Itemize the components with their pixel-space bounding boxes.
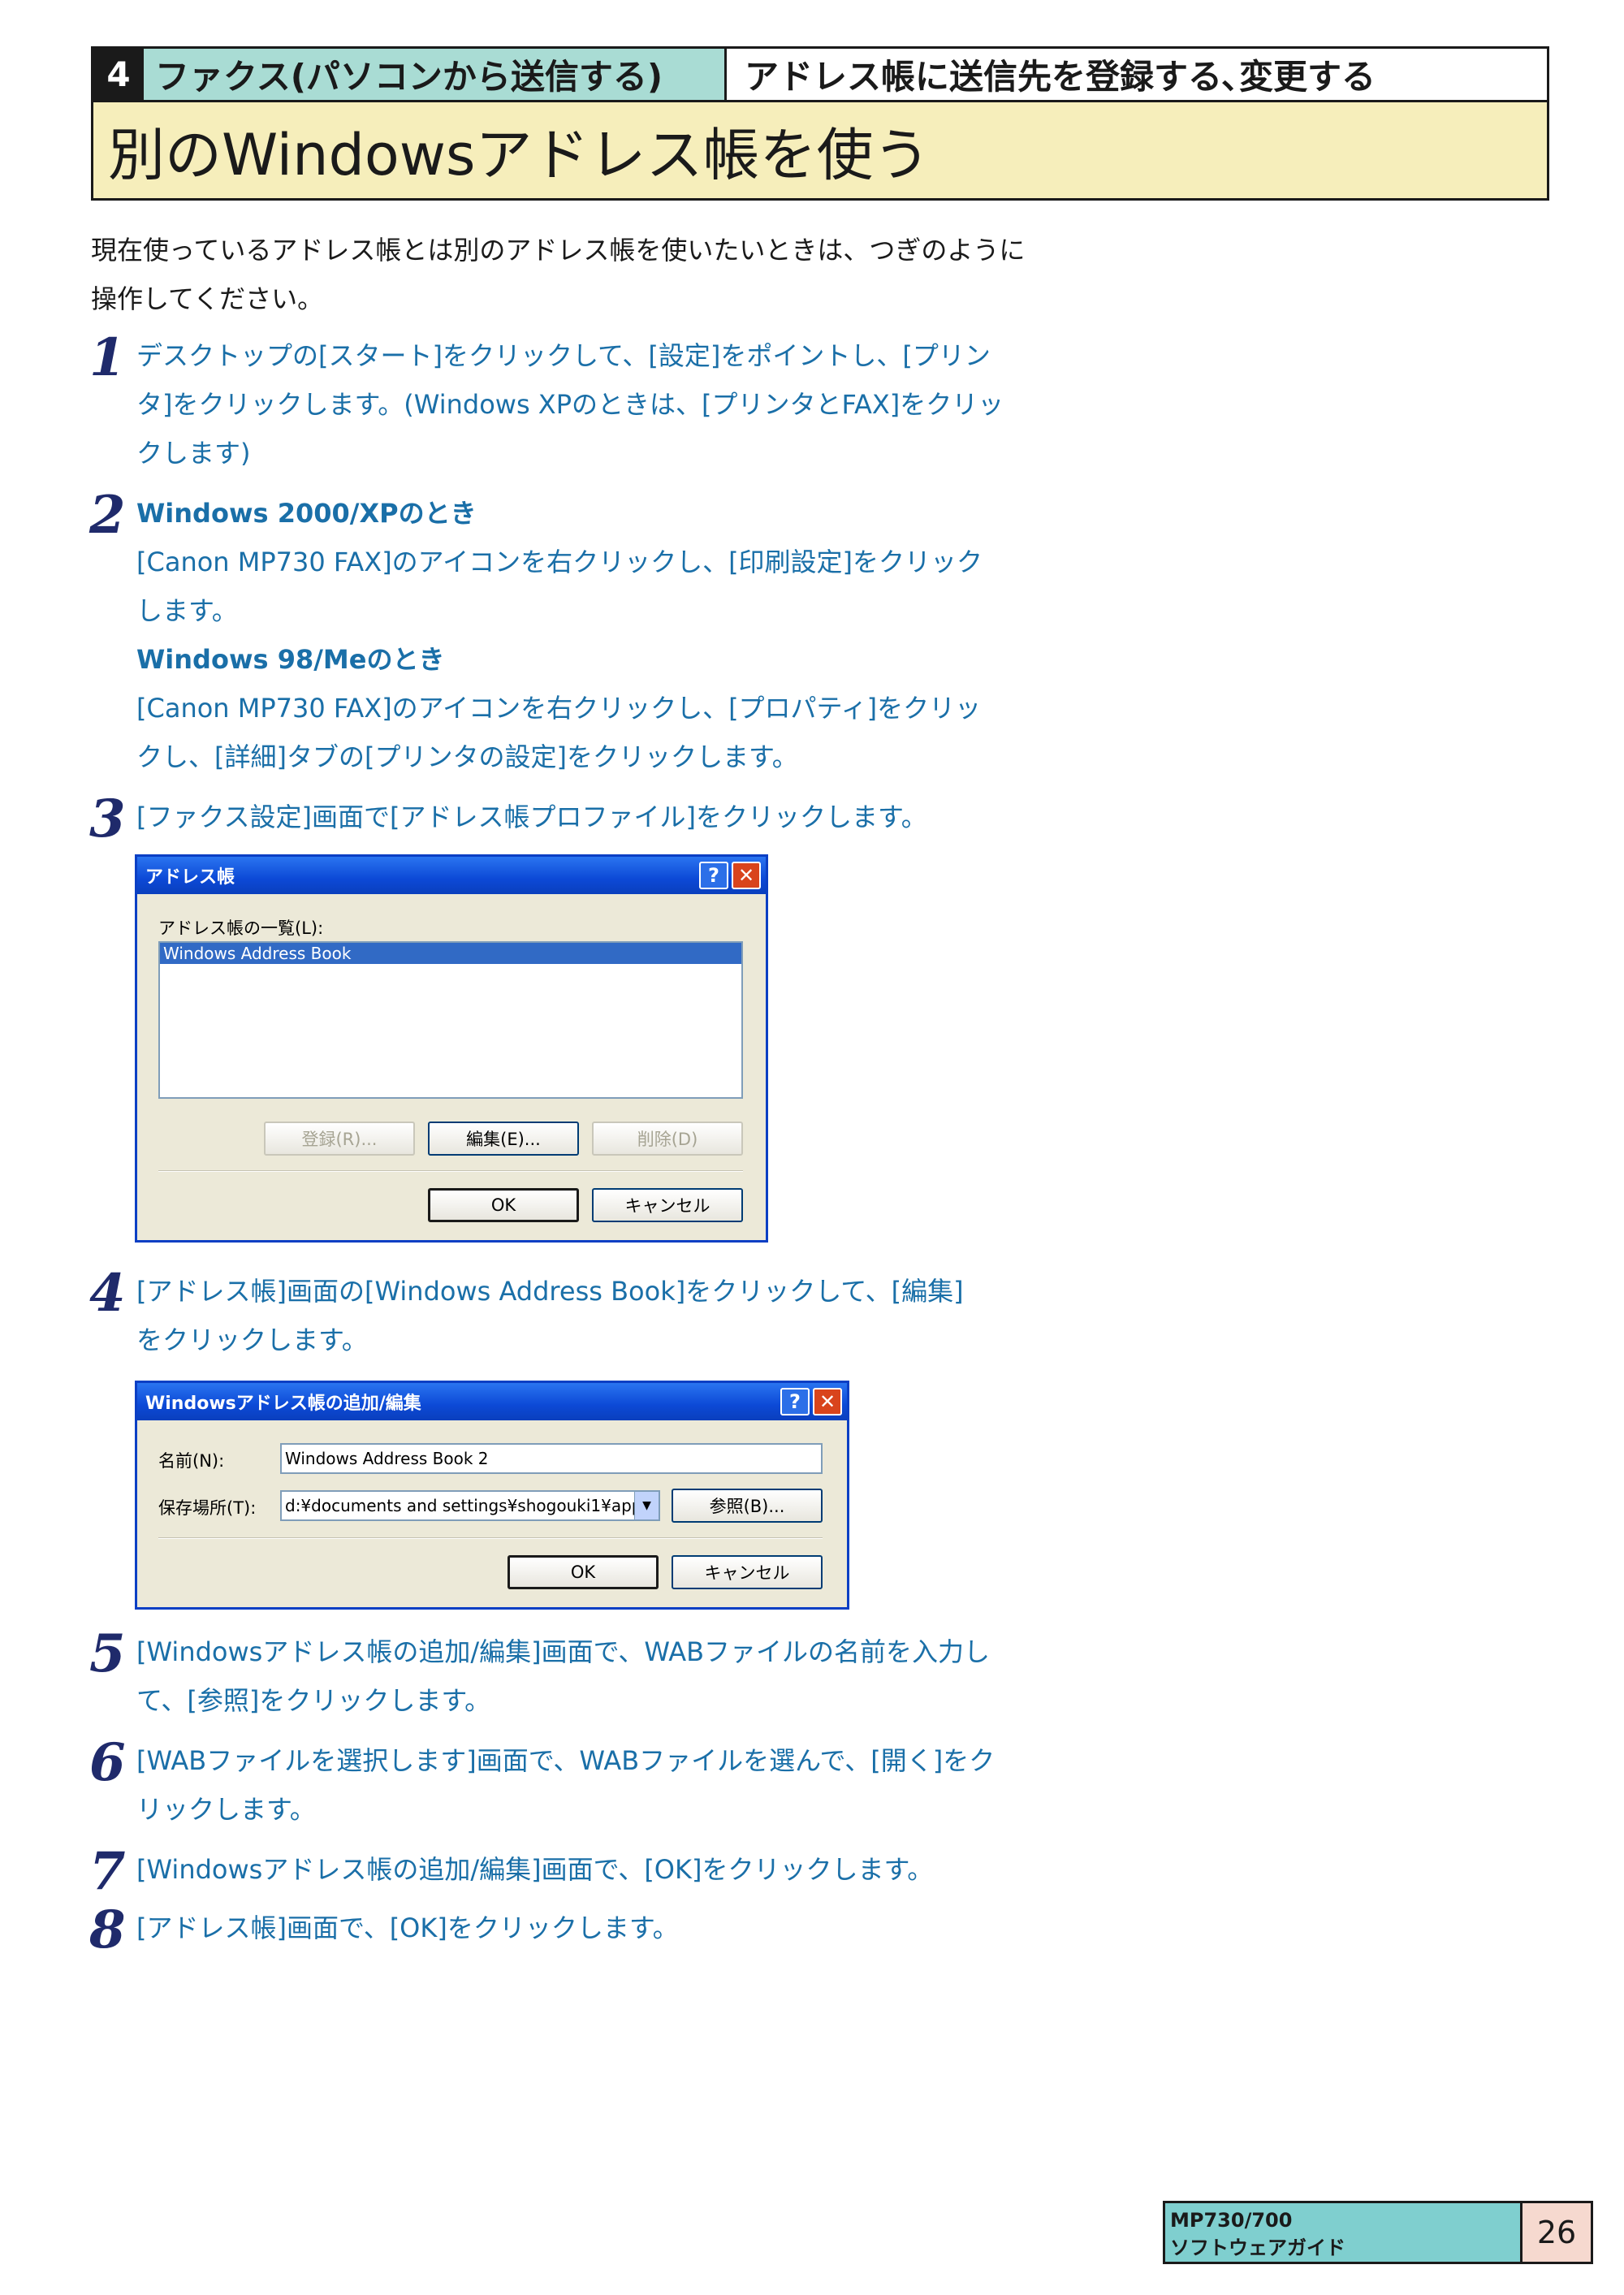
footer-model: MP730/700 [1170, 2209, 1293, 2232]
intro-line: 現在使っているアドレス帳とは別のアドレス帳を使いたいときは、つぎのように [91, 235, 1026, 266]
footer-product: MP730/700 ソフトウェアガイド [1165, 2203, 1522, 2262]
step-text: デスクトップの[スタート]をクリックして、[設定]をポイントし、[プリン タ]を… [136, 331, 1192, 478]
step-line: [Windowsアドレス帳の追加/編集]画面で、WABファイルの名前を入力し [136, 1636, 991, 1667]
close-button[interactable]: ✕ [813, 1388, 842, 1415]
step-text: [Windowsアドレス帳の追加/編集]画面で、[OK]をクリックします。 [136, 1845, 1192, 1894]
dialog-titlebar[interactable]: Windowsアドレス帳の追加/編集 [137, 1383, 847, 1420]
dropdown-arrow-icon[interactable]: ▼ [634, 1492, 659, 1519]
step-text: [アドレス帳]画面で、[OK]をクリックします。 [136, 1904, 1192, 1952]
step-line: リックします。 [136, 1794, 316, 1825]
step-number: 2 [89, 485, 126, 546]
address-book-dialog: アドレス帳 ? ✕ アドレス帳の一覧(L): Windows Address B… [135, 854, 768, 1243]
step-number: 6 [89, 1732, 126, 1793]
step-line: します。 [136, 595, 238, 626]
titlebar-buttons: ? ✕ [780, 1388, 842, 1415]
step-number: 3 [89, 789, 126, 849]
step-line: [ファクス設定]画面で[アドレス帳プロファイル]をクリックします。 [136, 802, 927, 832]
step-text: [Windowsアドレス帳の追加/編集]画面で、WABファイルの名前を入力し て… [136, 1627, 1192, 1725]
address-book-list[interactable]: Windows Address Book [158, 941, 743, 1099]
location-label: 保存場所(T): [158, 1498, 257, 1518]
step-line: デスクトップの[スタート]をクリックして、[設定]をポイントし、[プリン [136, 340, 991, 371]
name-input[interactable]: Windows Address Book 2 [280, 1443, 823, 1474]
wab-add-edit-dialog: Windowsアドレス帳の追加/編集 ? ✕ 名前(N): Windows Ad… [135, 1381, 849, 1610]
dialog-title: Windowsアドレス帳の追加/編集 [145, 1394, 421, 1414]
browse-button[interactable]: 参照(B)... [672, 1489, 823, 1523]
step-number: 8 [89, 1900, 126, 1960]
dialog-titlebar[interactable]: アドレス帳 [137, 857, 766, 894]
edit-button[interactable]: 編集(E)... [428, 1122, 579, 1156]
step-text: [ファクス設定]画面で[アドレス帳プロファイル]をクリックします。 [136, 793, 1192, 841]
step-text: [アドレス帳]画面の[Windows Address Book]をクリックして、… [136, 1267, 1192, 1364]
step-line: をクリックします。 [136, 1325, 368, 1355]
step-number: 5 [89, 1623, 126, 1684]
step-text: Windows 2000/XPのとき [Canon MP730 FAX]のアイコ… [136, 489, 1192, 781]
header-bar: 4 ファクス(パソコンから送信する) アドレス帳に送信先を登録する､変更する [93, 49, 1547, 102]
cancel-button[interactable]: キャンセル [672, 1555, 823, 1589]
page-title: 別のWindowsアドレス帳を使う [93, 102, 1547, 198]
chapter-title: ファクス(パソコンから送信する) [144, 49, 727, 100]
location-combobox[interactable]: d:¥documents and settings¥shogouki1¥appl [280, 1490, 660, 1521]
step-text: [WABファイルを選択します]画面で、WABファイルを選んで、[開く]をク リッ… [136, 1736, 1192, 1834]
ok-button[interactable]: OK [428, 1188, 579, 1222]
help-button[interactable]: ? [780, 1388, 810, 1415]
step-line: [WABファイルを選択します]画面で、WABファイルを選んで、[開く]をク [136, 1745, 996, 1776]
ok-button[interactable]: OK [508, 1555, 659, 1589]
step-line: クします) [136, 438, 251, 469]
step-line: て、[参照]をクリックします。 [136, 1685, 491, 1716]
page-header: 4 ファクス(パソコンから送信する) アドレス帳に送信先を登録する､変更する 別… [91, 46, 1549, 201]
chapter-number: 4 [93, 49, 144, 100]
step-line: [Canon MP730 FAX]のアイコンを右クリックし、[プロパティ]をクリ… [136, 693, 982, 724]
intro-line: 操作してください。 [91, 283, 324, 314]
footer-guide: ソフトウェアガイド [1170, 2237, 1345, 2259]
step-line: [Windowsアドレス帳の追加/編集]画面で、[OK]をクリックします。 [136, 1854, 934, 1885]
intro-text: 現在使っているアドレス帳とは別のアドレス帳を使いたいときは、つぎのように 操作し… [91, 226, 1114, 323]
step-number: 4 [89, 1263, 126, 1324]
step-subheading: Windows 98/Meのとき [136, 644, 445, 675]
dialog-title: アドレス帳 [145, 867, 235, 888]
step-number: 7 [89, 1841, 126, 1902]
cancel-button[interactable]: キャンセル [592, 1188, 743, 1222]
list-item-selected[interactable]: Windows Address Book [160, 943, 741, 964]
register-button[interactable]: 登録(R)... [264, 1122, 415, 1156]
address-book-list-label: アドレス帳の一覧(L): [158, 918, 324, 938]
step-number: 1 [89, 327, 126, 388]
separator [158, 1537, 823, 1539]
delete-button[interactable]: 削除(D) [592, 1122, 743, 1156]
help-button[interactable]: ? [699, 862, 728, 889]
page-number: 26 [1522, 2203, 1591, 2262]
name-label: 名前(N): [158, 1451, 225, 1471]
close-button[interactable]: ✕ [732, 862, 761, 889]
step-line: [Canon MP730 FAX]のアイコンを右クリックし、[印刷設定]をクリッ… [136, 547, 983, 577]
step-line: [アドレス帳]画面で、[OK]をクリックします。 [136, 1912, 679, 1943]
step-line: クし、[詳細]タブの[プリンタの設定]をクリックします。 [136, 741, 798, 772]
section-title: アドレス帳に送信先を登録する､変更する [727, 49, 1547, 100]
titlebar-buttons: ? ✕ [699, 862, 761, 889]
location-value: d:¥documents and settings¥shogouki1¥appl [285, 1496, 647, 1515]
page-footer: MP730/700 ソフトウェアガイド 26 [1163, 2201, 1593, 2264]
step-line: [アドレス帳]画面の[Windows Address Book]をクリックして、… [136, 1276, 964, 1307]
separator [158, 1170, 743, 1172]
step-subheading: Windows 2000/XPのとき [136, 498, 477, 529]
step-line: タ]をクリックします。(Windows XPのときは、[プリンタとFAX]をクリ… [136, 389, 1004, 420]
